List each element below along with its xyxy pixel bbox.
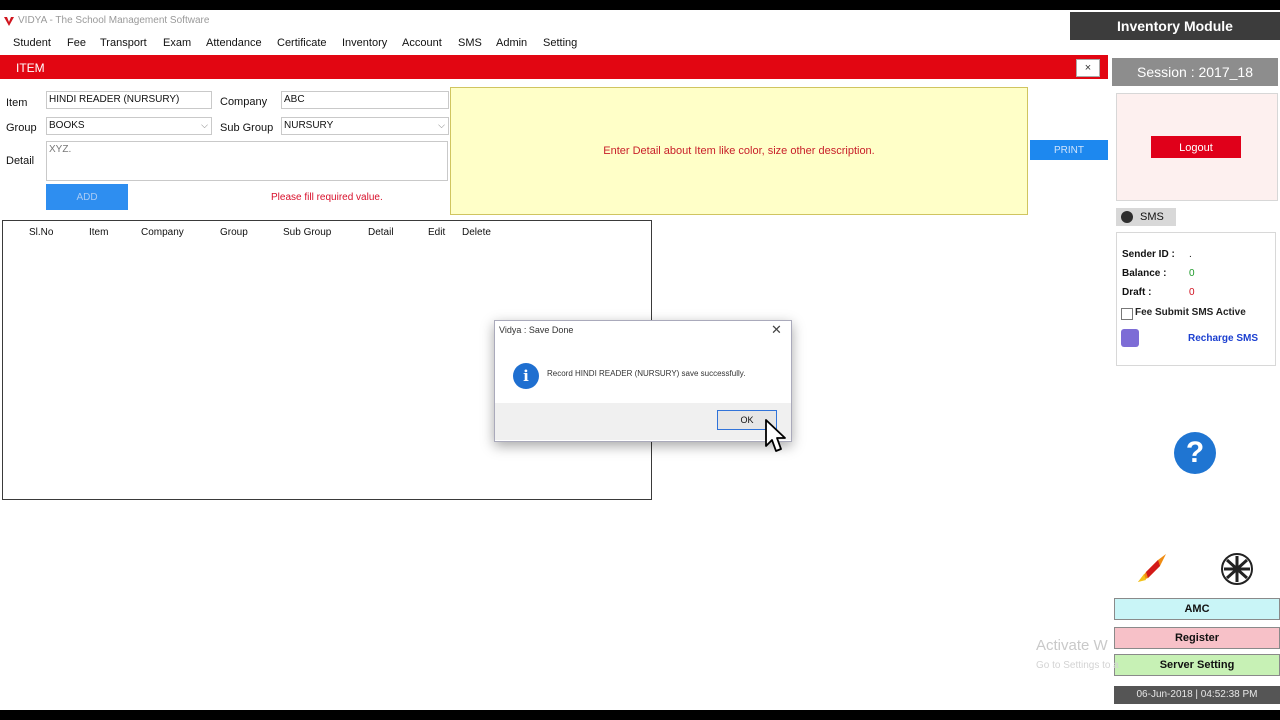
activate-watermark-subtext: Go to Settings to a [1036, 660, 1119, 671]
detail-textarea[interactable]: XYZ. [46, 141, 448, 181]
menu-account[interactable]: Account [402, 37, 442, 49]
help-icon[interactable]: ? [1174, 432, 1216, 474]
chat-icon [1121, 211, 1133, 223]
balance-label: Balance : [1122, 268, 1167, 279]
sms-info-panel: Sender ID : . Balance : 0 Draft : 0 Fee … [1116, 232, 1276, 366]
rocket-icon[interactable] [1134, 550, 1170, 586]
logout-button[interactable]: Logout [1151, 136, 1241, 158]
column-header-company[interactable]: Company [141, 227, 184, 238]
add-button[interactable]: ADD [46, 184, 128, 210]
column-header-edit[interactable]: Edit [428, 227, 445, 238]
print-button[interactable]: PRINT [1030, 140, 1108, 160]
sender-id-value: . [1189, 249, 1192, 260]
item-section-title: ITEM [16, 61, 45, 75]
dialog-close-icon[interactable]: ✕ [771, 322, 782, 338]
draft-label: Draft : [1122, 287, 1152, 298]
subgroup-label: Sub Group [220, 122, 274, 134]
group-select-value: BOOKS [49, 120, 85, 131]
server-setting-button[interactable]: Server Setting [1114, 654, 1280, 676]
column-header-item[interactable]: Item [89, 227, 108, 238]
close-icon[interactable]: × [1076, 59, 1100, 77]
menu-admin[interactable]: Admin [496, 37, 527, 49]
menu-setting[interactable]: Setting [543, 37, 577, 49]
dialog-message: Record HINDI READER (NURSURY) save succe… [547, 369, 746, 378]
chevron-down-icon: ⌵ [201, 120, 208, 130]
item-section-header: ITEM × [0, 55, 1108, 79]
menu-exam[interactable]: Exam [163, 37, 191, 49]
session-label: Session : 2017_18 [1112, 58, 1278, 86]
company-label: Company [220, 96, 268, 108]
menu-transport[interactable]: Transport [100, 37, 147, 49]
register-button[interactable]: Register [1114, 627, 1280, 649]
subgroup-select-value: NURSURY [284, 120, 334, 131]
menu-student[interactable]: Student [13, 37, 51, 49]
application-window: VIDYA - The School Management Software S… [0, 10, 1280, 710]
sms-tab[interactable]: SMS [1116, 208, 1176, 226]
amc-button[interactable]: AMC [1114, 598, 1280, 620]
mouse-cursor-icon [765, 419, 786, 452]
dialog-body: i Record HINDI READER (NURSURY) save suc… [495, 345, 791, 403]
menu-certificate[interactable]: Certificate [277, 37, 327, 49]
recharge-icon[interactable] [1121, 329, 1139, 347]
column-header-subgroup[interactable]: Sub Group [283, 227, 331, 238]
company-input[interactable]: ABC [281, 91, 449, 109]
sms-tab-label: SMS [1140, 211, 1164, 223]
activate-watermark: Activate W [1036, 637, 1108, 654]
draft-value: 0 [1189, 287, 1195, 298]
recharge-sms-link[interactable]: Recharge SMS [1188, 333, 1258, 344]
window-titlebar: VIDYA - The School Management Software [0, 10, 1070, 32]
dialog-footer: OK [495, 403, 791, 440]
app-logo-icon [4, 17, 14, 26]
balance-value: 0 [1189, 268, 1195, 279]
subgroup-select[interactable]: NURSURY ⌵ [281, 117, 449, 135]
fee-submit-label: Fee Submit SMS Active [1135, 307, 1246, 318]
group-select[interactable]: BOOKS ⌵ [46, 117, 212, 135]
item-label: Item [6, 97, 28, 109]
fee-submit-checkbox[interactable] [1121, 308, 1133, 320]
menu-fee[interactable]: Fee [67, 37, 86, 49]
menu-attendance[interactable]: Attendance [206, 37, 262, 49]
chevron-down-icon: ⌵ [438, 120, 445, 130]
column-header-detail[interactable]: Detail [368, 227, 394, 238]
info-icon: i [513, 363, 539, 389]
column-header-slno[interactable]: Sl.No [29, 227, 53, 238]
support-ball-icon[interactable] [1220, 552, 1254, 586]
item-input[interactable]: HINDI READER (NURSURY) [46, 91, 212, 109]
menu-bar: Student Fee Transport Exam Attendance Ce… [0, 32, 1070, 52]
menu-sms[interactable]: SMS [458, 37, 482, 49]
menu-inventory[interactable]: Inventory [342, 37, 387, 49]
window-title: VIDYA - The School Management Software [18, 15, 210, 26]
datetime-status: 06-Jun-2018 | 04:52:38 PM [1114, 686, 1280, 704]
detail-label: Detail [6, 155, 35, 167]
sender-id-label: Sender ID : [1122, 249, 1175, 260]
detail-hint-panel: Enter Detail about Item like color, size… [450, 87, 1028, 215]
module-title: Inventory Module [1070, 12, 1280, 40]
column-header-group[interactable]: Group [220, 227, 248, 238]
column-header-delete[interactable]: Delete [462, 227, 491, 238]
detail-hint-text: Enter Detail about Item like color, size… [603, 145, 875, 157]
dialog-title: Vidya : Save Done [499, 325, 574, 335]
required-message: Please fill required value. [271, 192, 383, 203]
group-label: Group [6, 122, 37, 134]
logout-panel: Logout [1116, 93, 1278, 201]
save-done-dialog: Vidya : Save Done ✕ i Record HINDI READE… [494, 320, 792, 442]
